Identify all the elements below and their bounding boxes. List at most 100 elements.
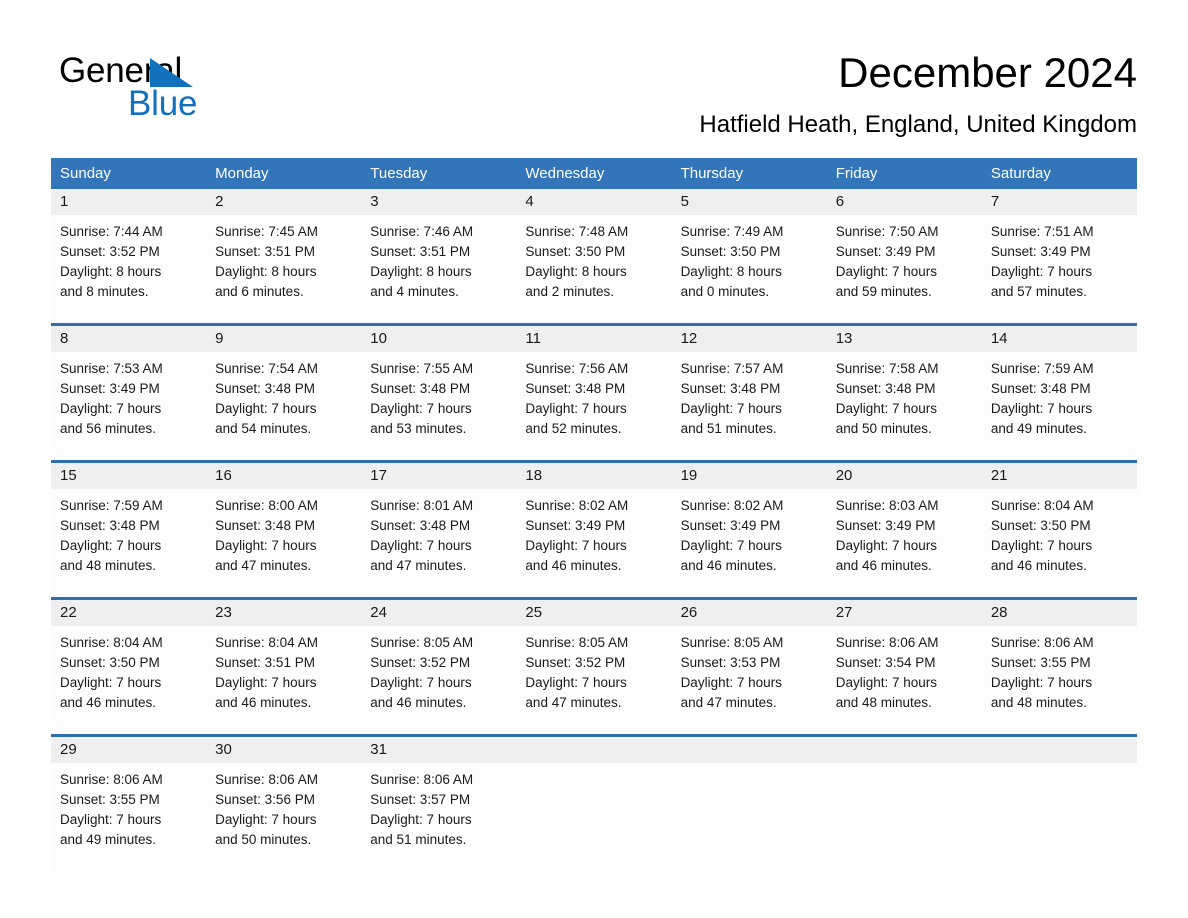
- generalblue-logo[interactable]: General Blue: [59, 52, 319, 123]
- sunrise-text: Sunrise: 7:55 AM: [370, 361, 474, 376]
- sunrise-text: Sunrise: 8:05 AM: [680, 635, 784, 650]
- day-cell-empty: [827, 763, 982, 871]
- day-number[interactable]: 13: [827, 326, 982, 352]
- daylight-text-line1: Daylight: 7 hours: [990, 401, 1093, 416]
- day-number[interactable]: 28: [982, 600, 1137, 626]
- day-cell[interactable]: Sunrise: 7:54 AM Sunset: 3:48 PM Dayligh…: [206, 352, 361, 460]
- daylight-text-line1: Daylight: 7 hours: [525, 675, 627, 690]
- day-cell[interactable]: Sunrise: 8:06 AM Sunset: 3:55 PM Dayligh…: [51, 763, 206, 871]
- logo-triangle-icon: [150, 58, 193, 87]
- day-number[interactable]: 5: [672, 189, 827, 215]
- day-cell[interactable]: Sunrise: 7:51 AM Sunset: 3:49 PM Dayligh…: [982, 215, 1137, 323]
- day-cell[interactable]: Sunrise: 8:06 AM Sunset: 3:54 PM Dayligh…: [827, 626, 982, 734]
- calendar-week-row: 29 30 31 Sunrise: 8:06 AM Sunset: 3:55 P…: [51, 734, 1137, 871]
- day-cell[interactable]: Sunrise: 7:49 AM Sunset: 3:50 PM Dayligh…: [672, 215, 827, 323]
- sunset-text: Sunset: 3:49 PM: [835, 244, 936, 259]
- day-detail-row: Sunrise: 8:04 AM Sunset: 3:50 PM Dayligh…: [51, 626, 1137, 734]
- day-cell[interactable]: Sunrise: 7:57 AM Sunset: 3:48 PM Dayligh…: [672, 352, 827, 460]
- day-number[interactable]: 29: [51, 737, 206, 763]
- daylight-text-line1: Daylight: 7 hours: [680, 675, 782, 690]
- day-cell[interactable]: Sunrise: 8:02 AM Sunset: 3:49 PM Dayligh…: [672, 489, 827, 597]
- day-number[interactable]: 16: [206, 463, 361, 489]
- day-cell[interactable]: Sunrise: 8:00 AM Sunset: 3:48 PM Dayligh…: [206, 489, 361, 597]
- daylight-text-line2: and 48 minutes.: [990, 695, 1087, 710]
- day-cell[interactable]: Sunrise: 7:45 AM Sunset: 3:51 PM Dayligh…: [206, 215, 361, 323]
- daylight-text-line1: Daylight: 7 hours: [835, 538, 938, 553]
- weekday-header-sunday: Sunday: [60, 165, 111, 182]
- sunrise-text: Sunrise: 7:56 AM: [525, 361, 629, 376]
- day-cell[interactable]: Sunrise: 7:46 AM Sunset: 3:51 PM Dayligh…: [361, 215, 516, 323]
- day-number[interactable]: 17: [361, 463, 516, 489]
- calendar-page: General Blue December 2024 Hatfield Heat…: [0, 0, 1188, 918]
- daylight-text-line1: Daylight: 8 hours: [60, 264, 162, 279]
- weekday-header-tuesday: Tuesday: [370, 165, 428, 182]
- day-cell[interactable]: Sunrise: 7:48 AM Sunset: 3:50 PM Dayligh…: [516, 215, 671, 323]
- sunrise-text: Sunrise: 7:54 AM: [215, 361, 318, 376]
- day-number[interactable]: 12: [672, 326, 827, 352]
- day-cell[interactable]: Sunrise: 8:05 AM Sunset: 3:53 PM Dayligh…: [672, 626, 827, 734]
- day-cell[interactable]: Sunrise: 8:05 AM Sunset: 3:52 PM Dayligh…: [516, 626, 671, 734]
- day-cell[interactable]: Sunrise: 7:56 AM Sunset: 3:48 PM Dayligh…: [516, 352, 671, 460]
- day-cell[interactable]: Sunrise: 7:59 AM Sunset: 3:48 PM Dayligh…: [982, 352, 1137, 460]
- day-number-empty: [982, 737, 1137, 763]
- day-number-empty: [516, 737, 671, 763]
- day-number[interactable]: 31: [361, 737, 516, 763]
- weekday-header-wednesday: Wednesday: [525, 165, 605, 182]
- daylight-text-line2: and 47 minutes.: [525, 695, 622, 710]
- day-number[interactable]: 10: [361, 326, 516, 352]
- daylight-text-line2: and 50 minutes.: [215, 832, 312, 847]
- day-number[interactable]: 30: [206, 737, 361, 763]
- sunrise-text: Sunrise: 8:02 AM: [525, 498, 629, 513]
- sunset-text: Sunset: 3:49 PM: [680, 518, 781, 533]
- day-number[interactable]: 21: [982, 463, 1137, 489]
- sunset-text: Sunset: 3:49 PM: [60, 381, 160, 396]
- day-number[interactable]: 1: [51, 189, 206, 215]
- day-number[interactable]: 27: [827, 600, 982, 626]
- day-cell[interactable]: Sunrise: 8:06 AM Sunset: 3:56 PM Dayligh…: [206, 763, 361, 871]
- day-number[interactable]: 22: [51, 600, 206, 626]
- day-cell[interactable]: Sunrise: 8:04 AM Sunset: 3:50 PM Dayligh…: [982, 489, 1137, 597]
- sunset-text: Sunset: 3:55 PM: [990, 655, 1091, 670]
- day-cell[interactable]: Sunrise: 7:44 AM Sunset: 3:52 PM Dayligh…: [51, 215, 206, 323]
- day-number[interactable]: 20: [827, 463, 982, 489]
- day-cell[interactable]: Sunrise: 8:06 AM Sunset: 3:55 PM Dayligh…: [982, 626, 1137, 734]
- day-cell[interactable]: Sunrise: 8:04 AM Sunset: 3:50 PM Dayligh…: [51, 626, 206, 734]
- day-number[interactable]: 11: [516, 326, 671, 352]
- day-cell[interactable]: Sunrise: 8:04 AM Sunset: 3:51 PM Dayligh…: [206, 626, 361, 734]
- daylight-text-line2: and 49 minutes.: [60, 832, 157, 847]
- day-cell[interactable]: Sunrise: 8:05 AM Sunset: 3:52 PM Dayligh…: [361, 626, 516, 734]
- day-cell[interactable]: Sunrise: 7:58 AM Sunset: 3:48 PM Dayligh…: [827, 352, 982, 460]
- day-cell[interactable]: Sunrise: 7:59 AM Sunset: 3:48 PM Dayligh…: [51, 489, 206, 597]
- day-cell[interactable]: Sunrise: 8:06 AM Sunset: 3:57 PM Dayligh…: [361, 763, 516, 871]
- day-number[interactable]: 15: [51, 463, 206, 489]
- day-number-empty: [827, 737, 982, 763]
- day-number[interactable]: 7: [982, 189, 1137, 215]
- day-cell[interactable]: Sunrise: 7:50 AM Sunset: 3:49 PM Dayligh…: [827, 215, 982, 323]
- day-cell[interactable]: Sunrise: 8:01 AM Sunset: 3:48 PM Dayligh…: [361, 489, 516, 597]
- day-number[interactable]: 4: [516, 189, 671, 215]
- daylight-text-line1: Daylight: 7 hours: [215, 538, 317, 553]
- day-number[interactable]: 23: [206, 600, 361, 626]
- weekday-header-saturday: Saturday: [990, 165, 1051, 182]
- sunrise-text: Sunrise: 8:04 AM: [60, 635, 163, 650]
- daylight-text-line2: and 52 minutes.: [525, 421, 622, 436]
- day-number[interactable]: 2: [206, 189, 361, 215]
- day-number[interactable]: 19: [672, 463, 827, 489]
- day-cell[interactable]: Sunrise: 7:55 AM Sunset: 3:48 PM Dayligh…: [361, 352, 516, 460]
- day-number[interactable]: 9: [206, 326, 361, 352]
- day-number[interactable]: 25: [516, 600, 671, 626]
- daylight-text-line2: and 57 minutes.: [990, 284, 1087, 299]
- day-number[interactable]: 3: [361, 189, 516, 215]
- day-number[interactable]: 26: [672, 600, 827, 626]
- day-number[interactable]: 24: [361, 600, 516, 626]
- day-number[interactable]: 18: [516, 463, 671, 489]
- daylight-text-line1: Daylight: 7 hours: [990, 264, 1093, 279]
- day-cell[interactable]: Sunrise: 8:02 AM Sunset: 3:49 PM Dayligh…: [516, 489, 671, 597]
- daylight-text-line1: Daylight: 7 hours: [60, 401, 162, 416]
- daylight-text-line2: and 47 minutes.: [370, 558, 467, 573]
- day-number[interactable]: 14: [982, 326, 1137, 352]
- day-number[interactable]: 6: [827, 189, 982, 215]
- day-cell[interactable]: Sunrise: 8:03 AM Sunset: 3:49 PM Dayligh…: [827, 489, 982, 597]
- day-cell[interactable]: Sunrise: 7:53 AM Sunset: 3:49 PM Dayligh…: [51, 352, 206, 460]
- day-number[interactable]: 8: [51, 326, 206, 352]
